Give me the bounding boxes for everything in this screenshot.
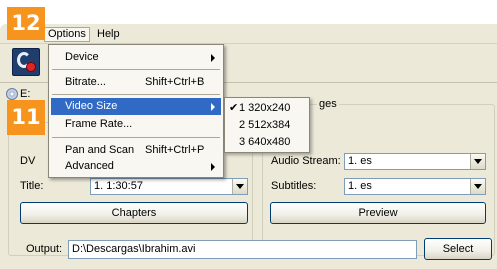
chapters-button[interactable]: Chapters (20, 202, 248, 224)
menu-bar: Options Help (0, 24, 497, 44)
menu-separator (52, 69, 220, 70)
video-size-option[interactable]: ✔ 1 320x240 (227, 100, 307, 117)
video-size-submenu: ✔ 1 320x240 2 512x384 3 640x480 (224, 97, 310, 153)
title-value: 1. 1:30:57 (94, 180, 143, 192)
pan-scan-shortcut: Shift+Ctrl+P (145, 144, 205, 156)
video-size-option[interactable]: 3 640x480 (227, 134, 307, 151)
menu-item-video-size[interactable]: Video Size (51, 98, 221, 115)
audio-stream-label: Audio Stream: (271, 155, 341, 167)
options-menu: Device Bitrate... Shift+Ctrl+B Video Siz… (48, 44, 224, 178)
subtitles-select[interactable]: 1. es (344, 178, 486, 195)
select-button[interactable]: Select (424, 238, 492, 260)
menu-separator (52, 94, 220, 95)
dvd-label: DV (20, 155, 36, 167)
submenu-arrow-icon (211, 103, 215, 111)
subtitles-label: Subtitles: (271, 180, 317, 192)
disc-icon (6, 88, 18, 100)
audio-stream-value: 1. es (348, 155, 372, 167)
checkmark-icon: ✔ (229, 102, 239, 114)
streams-legend: ges (317, 98, 339, 110)
menu-item-device[interactable]: Device (51, 49, 221, 66)
menu-options[interactable]: Options (44, 27, 90, 42)
menu-item-pan-scan[interactable]: Pan and Scan Shift+Ctrl+P (51, 142, 221, 159)
callout-badge-11: 11 (7, 100, 45, 135)
menu-item-frame-rate[interactable]: Frame Rate... (51, 116, 221, 133)
title-label: Title: (20, 180, 44, 192)
menu-separator (52, 137, 220, 138)
callout-badge-12: 12 (7, 7, 45, 40)
subtitles-value: 1. es (348, 180, 372, 192)
chevron-down-icon[interactable] (232, 179, 247, 194)
menu-item-advanced[interactable]: Advanced (51, 158, 221, 175)
drive-label: E: (20, 88, 31, 100)
menu-help[interactable]: Help (94, 27, 123, 42)
output-label: Output: (26, 243, 63, 255)
audio-stream-select[interactable]: 1. es (344, 153, 486, 170)
submenu-arrow-icon (211, 54, 215, 62)
app-logo-icon[interactable] (12, 48, 40, 76)
chevron-down-icon[interactable] (470, 154, 485, 169)
bitrate-shortcut: Shift+Ctrl+B (145, 76, 205, 88)
preview-button[interactable]: Preview (270, 202, 486, 224)
chevron-down-icon[interactable] (470, 179, 485, 194)
video-size-option[interactable]: 2 512x384 (227, 117, 307, 134)
menu-item-bitrate[interactable]: Bitrate... Shift+Ctrl+B (51, 74, 221, 91)
submenu-arrow-icon (211, 163, 215, 171)
output-path-field[interactable]: D:\Descargas\Ibrahim.avi (68, 240, 417, 259)
title-select[interactable]: 1. 1:30:57 (90, 178, 248, 195)
